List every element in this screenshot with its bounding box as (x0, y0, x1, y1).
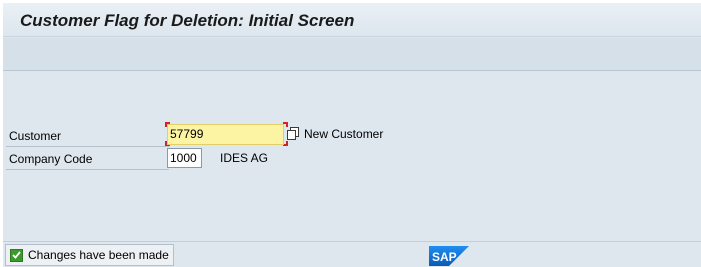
checkmark-icon (10, 248, 23, 262)
company-name-text: IDES AG (220, 151, 269, 165)
status-message[interactable]: Changes have been made (5, 244, 174, 266)
customer-label: Customer (6, 125, 169, 147)
title-bar: Customer Flag for Deletion: Initial Scre… (3, 3, 701, 37)
page-title: Customer Flag for Deletion: Initial Scre… (20, 11, 355, 30)
customer-input[interactable]: 57799 (167, 124, 284, 145)
status-bar: Changes have been made SAP (3, 241, 701, 267)
company-code-input[interactable]: 1000 (167, 148, 202, 168)
status-message-text: Changes have been made (28, 248, 169, 262)
sap-window: Customer Flag for Deletion: Initial Scre… (3, 3, 701, 267)
application-toolbar (3, 38, 701, 71)
selection-screen: Customer 57799 New Customer Company Code… (3, 72, 701, 240)
company-code-label: Company Code (6, 148, 169, 170)
sap-logo: SAP (429, 246, 469, 266)
new-customer-text: New Customer (304, 127, 384, 141)
sap-logo-text: SAP (432, 250, 457, 264)
copy-icon[interactable] (286, 126, 300, 142)
